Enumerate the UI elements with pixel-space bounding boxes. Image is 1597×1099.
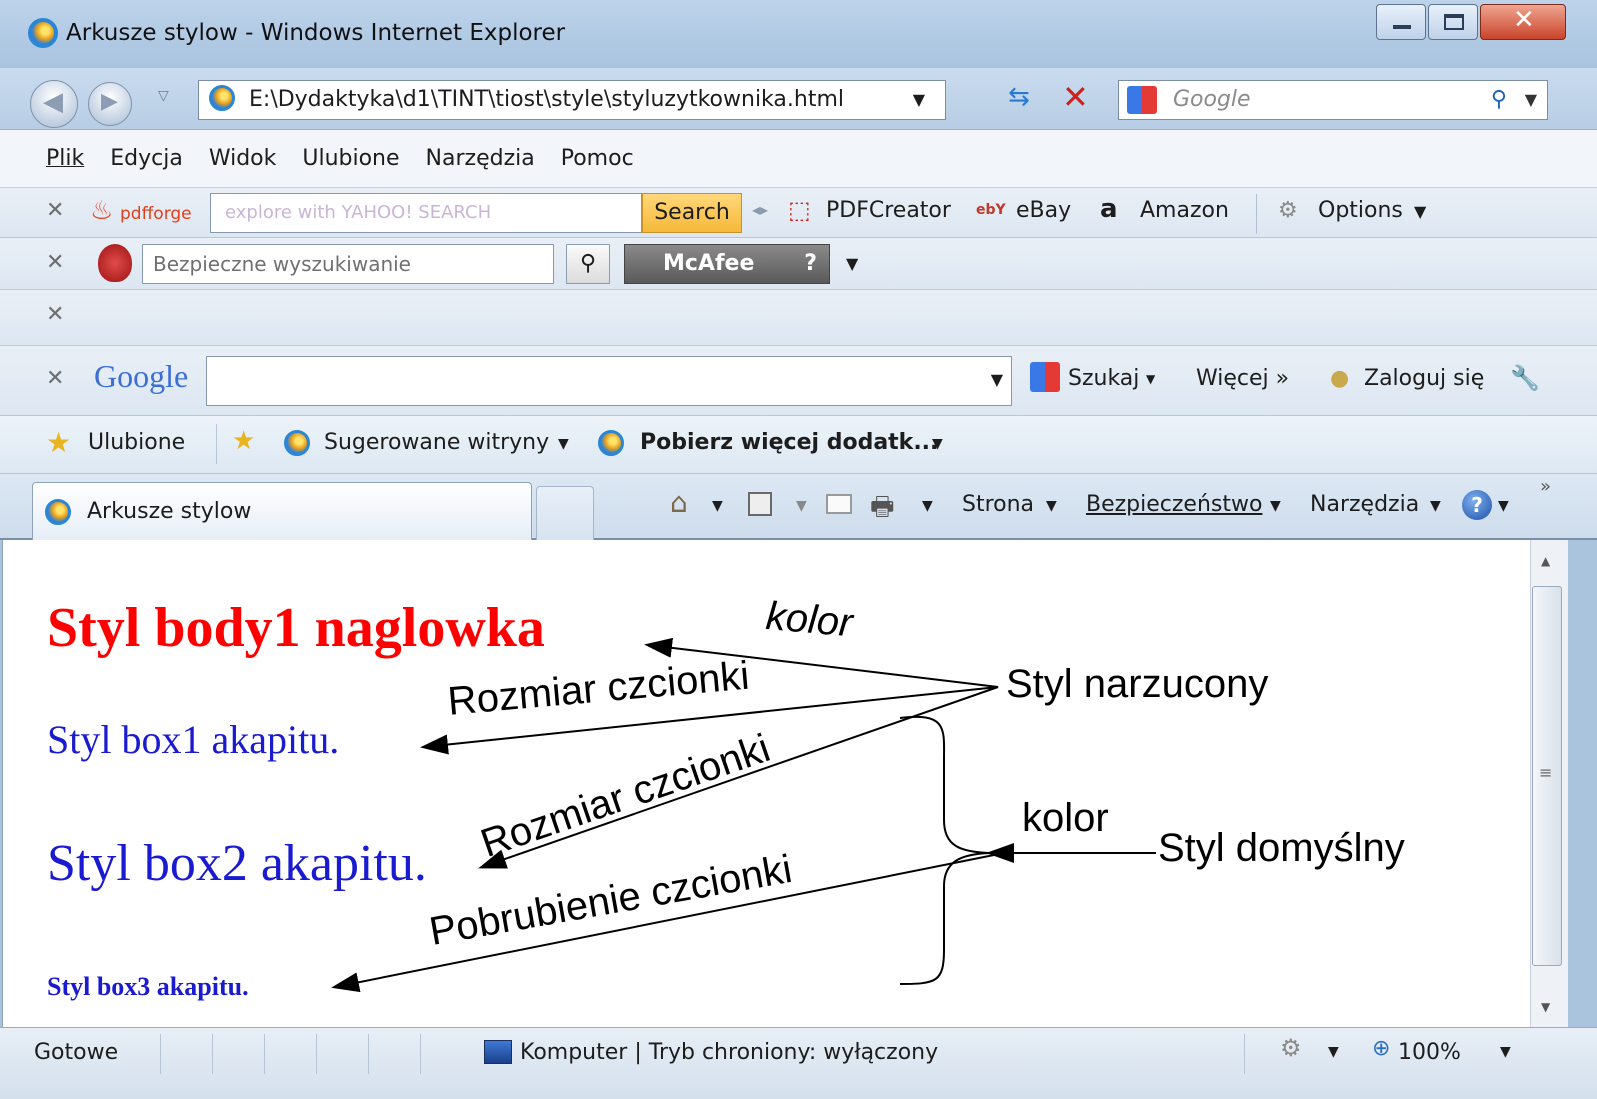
status-divider [316,1034,317,1074]
annotation-arrows [331,637,1156,993]
status-text: Gotowe [34,1040,119,1065]
status-divider [1244,1034,1245,1074]
protected-mode-icon[interactable]: ⚙ [1280,1034,1302,1062]
zoom-level[interactable]: 100% [1398,1040,1461,1065]
annotation-styl-domyslny: Styl domyślny [1158,826,1405,870]
grip-icon: ≡ [1539,763,1553,782]
status-divider [212,1034,213,1074]
scroll-up-icon[interactable]: ▲ [1541,554,1550,568]
protected-mode-dropdown-icon[interactable]: ▼ [1328,1044,1339,1060]
zoom-dropdown-icon[interactable]: ▼ [1500,1044,1511,1060]
default-style-brace [899,715,991,985]
scrollbar-thumb[interactable]: ≡ [1532,586,1562,966]
status-divider [264,1034,265,1074]
computer-zone-icon [484,1040,512,1064]
annotation-kolor-top: kolor [764,594,855,646]
security-zone-text[interactable]: Komputer | Tryb chroniony: wyłączony [520,1040,938,1065]
status-divider [368,1034,369,1074]
scroll-down-icon[interactable]: ▼ [1541,1000,1550,1014]
status-divider [420,1034,421,1074]
annotation-styl-narzucony: Styl narzucony [1006,662,1269,706]
zoom-icon[interactable]: ⊕ [1372,1036,1390,1061]
status-divider [160,1034,161,1074]
annotation-kolor-mid: kolor [1022,796,1109,840]
